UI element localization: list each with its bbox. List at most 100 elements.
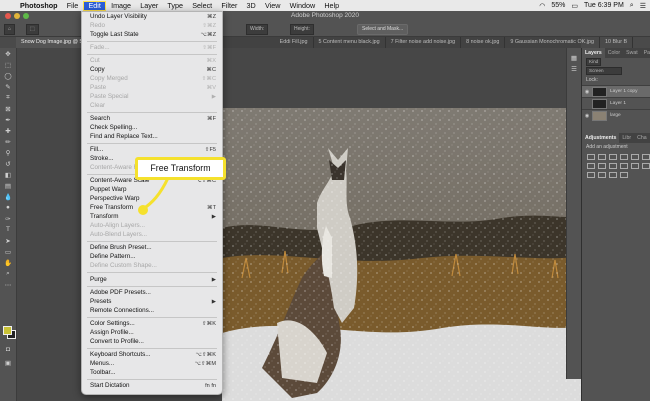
menu-item-auto-align[interactable]: Auto-Align Layers... — [82, 222, 222, 231]
eraser-tool-icon[interactable]: ◧ — [0, 169, 16, 180]
menu-image[interactable]: Image — [106, 0, 135, 11]
menu-item-perspective-warp[interactable]: Perspective Warp — [82, 195, 222, 204]
threshold-icon[interactable] — [598, 172, 606, 178]
zoom-window-button[interactable] — [23, 13, 29, 19]
menu-view[interactable]: View — [260, 0, 285, 11]
minimize-window-button[interactable] — [14, 13, 20, 19]
tab-libraries[interactable]: Libr — [619, 133, 634, 143]
gradient-map-icon[interactable] — [609, 172, 617, 178]
menu-3d[interactable]: 3D — [242, 0, 260, 11]
menu-item-free-transform[interactable]: Free Transform ⌘T — [82, 204, 222, 213]
tab-channels[interactable]: Cha — [634, 133, 650, 143]
zoom-tool-icon[interactable]: ⌕ — [0, 268, 16, 279]
blend-mode-select[interactable]: Screen — [586, 67, 622, 75]
menu-file[interactable]: File — [62, 0, 83, 11]
menu-layer[interactable]: Layer — [136, 0, 163, 11]
screen-mode-icon[interactable]: ▣ — [0, 357, 16, 368]
levels-icon[interactable] — [598, 154, 606, 160]
battery-icon[interactable]: ▭ — [571, 2, 578, 10]
pen-tool-icon[interactable]: ✑ — [0, 213, 16, 224]
tab-filter-noise[interactable]: 7 Filter noise add noise.jpg — [386, 37, 462, 48]
menu-item-keyboard-shortcuts[interactable]: Keyboard Shortcuts... ⌥⇧⌘K — [82, 351, 222, 360]
menu-item-puppet-warp[interactable]: Puppet Warp — [82, 186, 222, 195]
menu-item-undo[interactable]: Undo Layer Visibility ⌘Z — [82, 13, 222, 22]
tab-layers[interactable]: Layers — [582, 48, 605, 58]
blur-tool-icon[interactable]: 💧 — [0, 191, 16, 202]
more-tools-icon[interactable]: ⋯ — [0, 279, 16, 290]
search-icon[interactable]: ⌕ — [630, 2, 634, 10]
menu-item-assign-profile[interactable]: Assign Profile... — [82, 329, 222, 338]
tab-color[interactable]: Color — [605, 48, 623, 58]
menu-item-paste-special[interactable]: Paste Special ▶ — [82, 93, 222, 102]
menu-item-color-settings[interactable]: Color Settings... ⇧⌘K — [82, 320, 222, 329]
color-balance-icon[interactable] — [587, 163, 595, 169]
menu-item-define-pattern[interactable]: Define Pattern... — [82, 253, 222, 262]
tab-gaussian[interactable]: 9 Gaussian Monochromatic OK.jpg — [505, 37, 600, 48]
gradient-tool-icon[interactable]: ▤ — [0, 180, 16, 191]
menu-window[interactable]: Window — [285, 0, 320, 11]
hand-tool-icon[interactable]: ✋ — [0, 257, 16, 268]
marquee-tool-icon[interactable]: ⬚ — [0, 59, 16, 70]
menu-filter[interactable]: Filter — [217, 0, 242, 11]
tab-swatches[interactable]: Swat — [623, 48, 641, 58]
tab-paths[interactable]: Path — [641, 48, 650, 58]
menu-item-define-brush[interactable]: Define Brush Preset... — [82, 244, 222, 253]
menu-item-fade[interactable]: Fade... ⇧⌘F — [82, 44, 222, 53]
menu-item-redo[interactable]: Redo ⇧⌘Z — [82, 22, 222, 31]
layer-row[interactable]: Layer 1 — [582, 97, 650, 109]
move-tool-icon[interactable]: ✥ — [0, 48, 16, 59]
menu-item-start-dictation[interactable]: Start Dictation fn fn — [82, 382, 222, 391]
menu-item-presets[interactable]: Presets ▶ — [82, 298, 222, 307]
hue-saturation-icon[interactable] — [642, 154, 650, 160]
history-brush-tool-icon[interactable]: ↺ — [0, 158, 16, 169]
menu-item-define-custom-shape[interactable]: Define Custom Shape... — [82, 262, 222, 271]
layer-row[interactable]: ◉ Layer 1 copy — [582, 85, 650, 97]
menu-help[interactable]: Help — [320, 0, 344, 11]
menu-item-purge[interactable]: Purge ▶ — [82, 276, 222, 285]
menu-item-copy-merged[interactable]: Copy Merged ⇧⌘C — [82, 75, 222, 84]
eye-icon[interactable]: ◉ — [582, 113, 592, 119]
menu-type[interactable]: Type — [163, 0, 188, 11]
layer-kind-filter[interactable]: Kind — [586, 58, 602, 66]
menu-app-name[interactable]: Photoshop — [16, 0, 62, 11]
quick-select-tool-icon[interactable]: ✎ — [0, 81, 16, 92]
color-lookup-icon[interactable] — [631, 163, 639, 169]
frame-tool-icon[interactable]: ⊠ — [0, 103, 16, 114]
dodge-tool-icon[interactable]: ● — [0, 202, 16, 213]
tab-adjustments[interactable]: Adjustments — [582, 133, 620, 143]
invert-icon[interactable] — [642, 163, 650, 169]
path-selection-tool-icon[interactable]: ➤ — [0, 235, 16, 246]
eye-icon[interactable]: ◉ — [582, 89, 592, 95]
exposure-icon[interactable] — [620, 154, 628, 160]
menu-item-copy[interactable]: Copy ⌘C — [82, 66, 222, 75]
curves-icon[interactable] — [609, 154, 617, 160]
tab-noise-ok[interactable]: 8 noise ok.jpg — [461, 37, 506, 48]
clone-stamp-tool-icon[interactable]: ⚲ — [0, 147, 16, 158]
menu-edit[interactable]: Edit — [82, 0, 107, 11]
brightness-icon[interactable] — [587, 154, 595, 160]
menu-item-clear[interactable]: Clear — [82, 102, 222, 111]
menu-item-auto-blend[interactable]: Auto-Blend Layers... — [82, 231, 222, 240]
foreground-color-swatch[interactable] — [3, 326, 12, 335]
menu-item-toggle-last-state[interactable]: Toggle Last State ⌥⌘Z — [82, 31, 222, 40]
battery-percent[interactable]: 55% — [551, 2, 565, 9]
select-and-mask-button[interactable]: Select and Mask... — [357, 24, 409, 35]
control-center-icon[interactable]: ☰ — [640, 2, 646, 10]
layer-row[interactable]: ◉ large — [582, 109, 650, 121]
history-panel-icon[interactable]: ▦ — [567, 52, 581, 63]
crop-tool-icon[interactable]: ⌗ — [0, 92, 16, 103]
close-window-button[interactable] — [5, 13, 11, 19]
posterize-icon[interactable] — [587, 172, 595, 178]
menu-item-convert-profile[interactable]: Convert to Profile... — [82, 338, 222, 347]
menu-item-paste[interactable]: Paste ⌘V — [82, 84, 222, 93]
home-icon[interactable]: ⌂ — [4, 24, 16, 35]
selective-color-icon[interactable] — [620, 172, 628, 178]
type-tool-icon[interactable]: T — [0, 224, 16, 235]
menu-item-toolbar[interactable]: Toolbar... — [82, 369, 222, 378]
quick-mask-icon[interactable]: ◘ — [0, 344, 16, 355]
marquee-tool-icon[interactable]: ⬚ — [26, 24, 39, 35]
menu-item-menus[interactable]: Menus... ⌥⇧⌘M — [82, 360, 222, 369]
menu-item-remote-connections[interactable]: Remote Connections... — [82, 307, 222, 316]
menu-item-search[interactable]: Search ⌘F — [82, 115, 222, 124]
channel-mixer-icon[interactable] — [620, 163, 628, 169]
